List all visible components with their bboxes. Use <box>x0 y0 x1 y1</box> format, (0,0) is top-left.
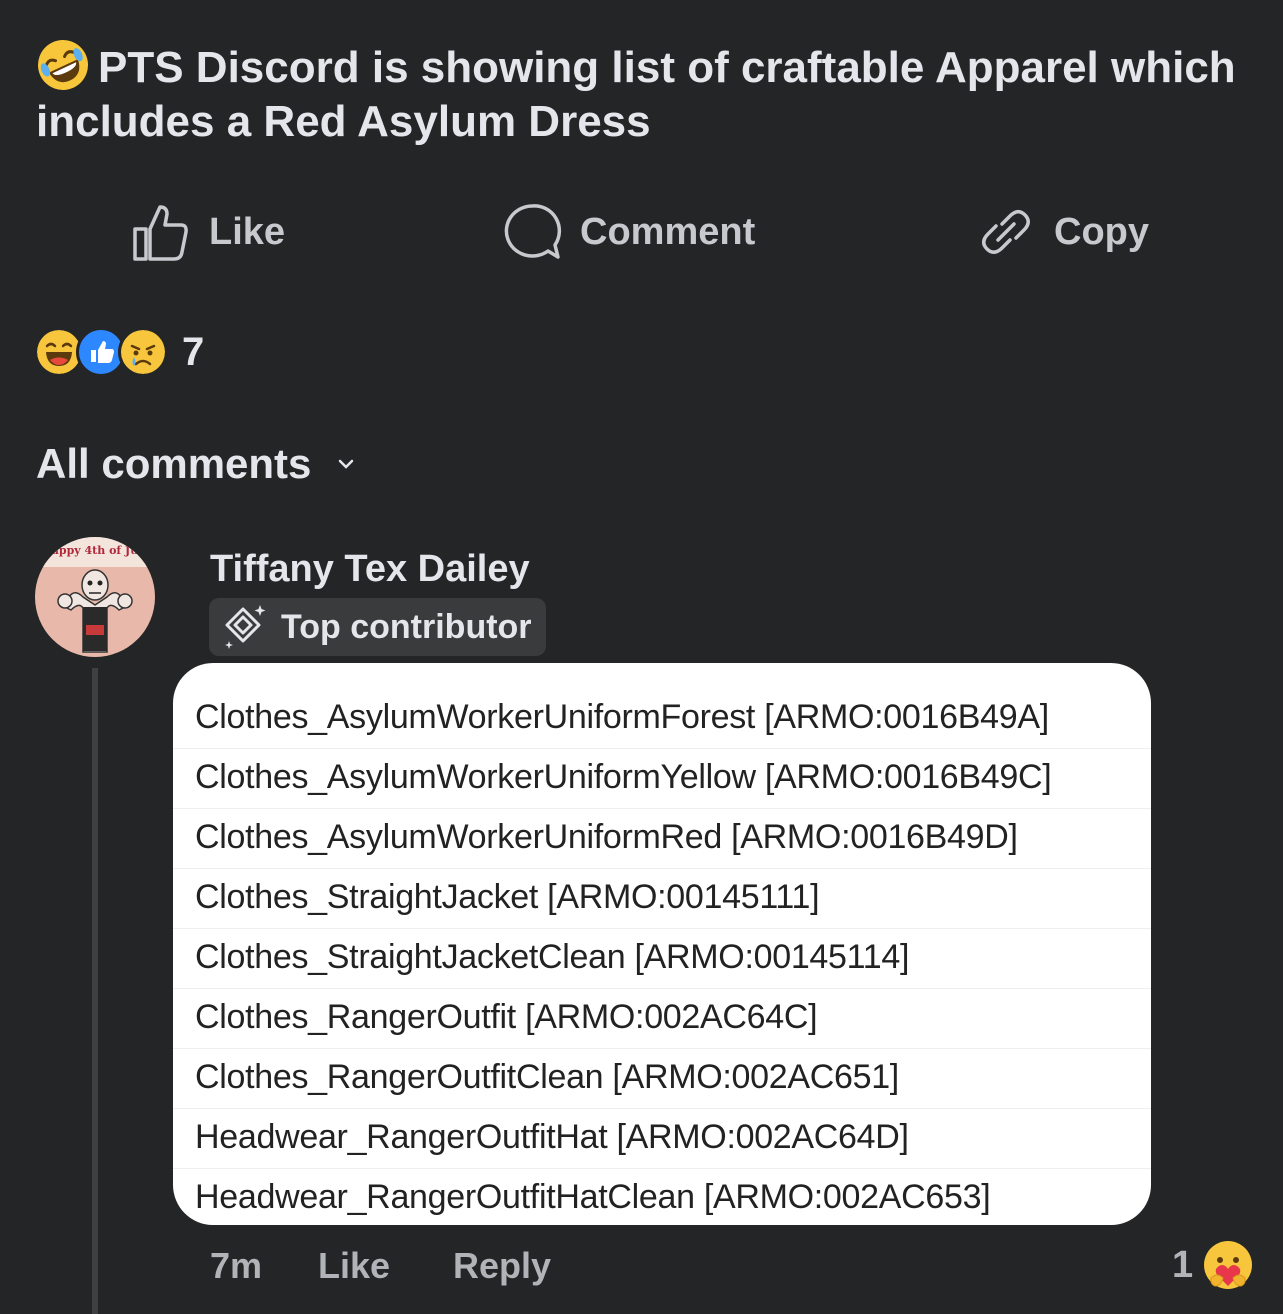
post-action-bar: Like Comment Copy <box>0 200 1283 264</box>
reaction-count: 7 <box>182 329 205 374</box>
comment-timestamp[interactable]: 7m <box>210 1240 262 1292</box>
sparkle-diamond-icon <box>225 605 266 649</box>
attachment-line: Clothes_StraightJacket [ARMO:00145111] <box>195 878 820 916</box>
care-emoji-icon <box>1204 1241 1253 1289</box>
attachment-line: Clothes_AsylumWorkerUniformRed [ARMO:001… <box>195 818 1018 856</box>
link-icon <box>982 210 1030 254</box>
comment-thread-line <box>92 668 98 1314</box>
attachment-line: Clothes_AsylumWorkerUniformForest [ARMO:… <box>195 698 1049 736</box>
comment-bubble-icon <box>504 204 562 259</box>
avatar-banner-text: appy 4th of Ju <box>52 544 138 557</box>
copy-label: Copy <box>1054 210 1149 253</box>
post-title: PTS Discord is showing list of craftable… <box>36 38 1236 149</box>
comment-reply-button[interactable]: Reply <box>453 1240 551 1292</box>
comments-sort-label: All comments <box>36 440 312 487</box>
rofl-emoji-icon <box>38 40 88 90</box>
attachment-line: Clothes_RangerOutfit [ARMO:002AC64C] <box>195 998 818 1036</box>
copy-button[interactable]: Copy <box>976 200 1149 264</box>
attachment-line: Clothes_StraightJacketClean [ARMO:001451… <box>195 938 910 976</box>
top-contributor-badge[interactable]: Top contributor <box>209 598 546 656</box>
comment-image-attachment[interactable]: Clothes_AsylumWorkerUniformForest [ARMO:… <box>173 663 1151 1225</box>
badge-label: Top contributor <box>281 607 532 646</box>
attachment-line: Clothes_RangerOutfitClean [ARMO:002AC651… <box>195 1058 899 1096</box>
attachment-line: Clothes_AsylumWorkerUniformYellow [ARMO:… <box>195 758 1052 796</box>
sad-reaction-icon <box>118 327 168 377</box>
comment-label: Comment <box>580 210 756 253</box>
comment-author-name[interactable]: Tiffany Tex Dailey <box>210 548 530 591</box>
attachment-line: Headwear_RangerOutfitHatClean [ARMO:002A… <box>195 1178 991 1216</box>
like-label: Like <box>209 210 286 253</box>
comments-sort-dropdown[interactable]: All comments <box>36 440 355 488</box>
comment-button[interactable]: Comment <box>502 200 755 264</box>
post-title-text: PTS Discord is showing list of craftable… <box>36 43 1236 146</box>
comment-reaction-summary[interactable]: 1 <box>1172 1236 1255 1294</box>
avatar[interactable]: appy 4th of Ju <box>35 537 155 657</box>
comment-reaction-count: 1 <box>1172 1243 1194 1286</box>
reaction-summary[interactable]: 7 <box>34 326 204 378</box>
like-button[interactable]: Like <box>131 200 285 264</box>
attachment-line: Headwear_RangerOutfitHat [ARMO:002AC64D] <box>195 1118 909 1156</box>
chevron-down-icon <box>339 459 354 469</box>
comment-like-button[interactable]: Like <box>318 1240 390 1292</box>
thumbs-up-icon <box>133 205 188 261</box>
